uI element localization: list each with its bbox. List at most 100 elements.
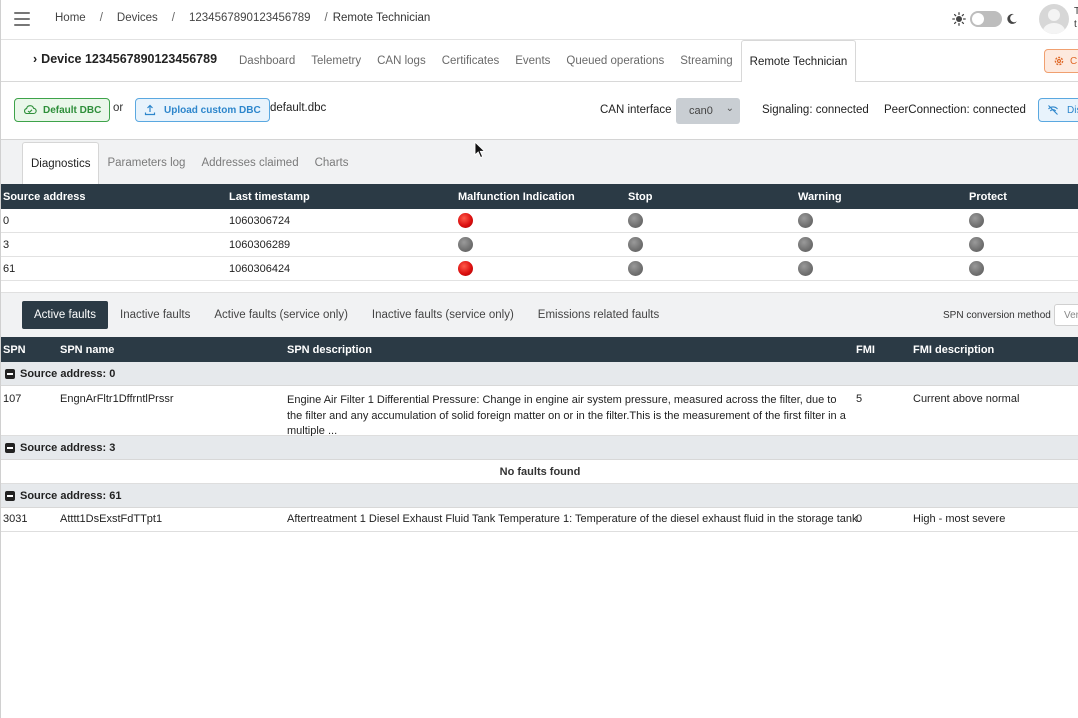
- tab-events[interactable]: Events: [507, 40, 558, 82]
- fault-tabs: Active faults Inactive faults Active fau…: [22, 301, 671, 329]
- disconnect-label: Dis: [1067, 104, 1078, 116]
- faults-table-header: SPN SPN name SPN description FMI FMI des…: [1, 337, 1078, 362]
- tab-inactive-faults[interactable]: Inactive faults: [108, 301, 202, 329]
- fault-fmi: 5: [856, 393, 863, 405]
- tab-active-faults[interactable]: Active faults: [22, 301, 108, 329]
- dbc-toolbar: Default DBC or Upload custom DBC default…: [1, 82, 1078, 140]
- header-fmi[interactable]: FMI: [856, 337, 875, 362]
- tab-can-logs[interactable]: CAN logs: [369, 40, 434, 82]
- tab-diagnostics[interactable]: Diagnostics: [22, 142, 100, 184]
- header-protect[interactable]: Protect: [969, 184, 1007, 209]
- tab-emissions-faults[interactable]: Emissions related faults: [526, 301, 671, 329]
- theme-switch: [952, 11, 1018, 27]
- default-dbc-button[interactable]: Default DBC: [14, 98, 111, 122]
- device-title-text: Device 1234567890123456789: [41, 52, 218, 66]
- tab-queued-operations[interactable]: Queued operations: [558, 40, 672, 82]
- table-row[interactable]: 107 EngnArFltr1DffrntlPrssr Engine Air F…: [1, 386, 1078, 437]
- breadcrumb-device[interactable]: 1234567890123456789: [189, 12, 311, 24]
- tab-telemetry[interactable]: Telemetry: [303, 40, 369, 82]
- warning-lamp-cell: [798, 257, 813, 280]
- breadcrumb-separator: /: [171, 12, 175, 24]
- source-group-label: Source address: 3: [20, 442, 116, 454]
- malfunction-lamp-cell: [458, 257, 473, 280]
- stop-lamp-icon: [628, 261, 643, 276]
- tab-parameters-log[interactable]: Parameters log: [99, 142, 193, 184]
- protect-lamp-icon: [969, 261, 984, 276]
- disconnect-button[interactable]: Dis: [1038, 98, 1078, 122]
- tab-active-faults-service[interactable]: Active faults (service only): [202, 301, 360, 329]
- top-bar: Home / Devices / 1234567890123456789 / R…: [1, 0, 1078, 40]
- stop-lamp-icon: [628, 237, 643, 252]
- malfunction-lamp-icon: [458, 237, 473, 252]
- header-malfunction-indication[interactable]: Malfunction Indication: [458, 184, 575, 209]
- lamp-row[interactable]: 0 1060306724: [1, 209, 1078, 233]
- table-row[interactable]: 3031 Atttt1DsExstFdTTpt1 Aftertreatment …: [1, 508, 1078, 532]
- device-title[interactable]: › Device 1234567890123456789: [33, 52, 217, 66]
- breadcrumb-home[interactable]: Home: [55, 12, 86, 24]
- tab-remote-technician[interactable]: Remote Technician: [740, 40, 857, 83]
- collapse-icon: [5, 491, 15, 501]
- lamp-status-table: Source address Last timestamp Malfunctio…: [1, 184, 1078, 281]
- breadcrumb-current: Remote Technician: [332, 12, 431, 24]
- breadcrumb-devices[interactable]: Devices: [117, 12, 158, 24]
- upload-icon: [144, 104, 156, 116]
- gear-icon: [1054, 56, 1064, 66]
- tab-inactive-faults-service[interactable]: Inactive faults (service only): [360, 301, 526, 329]
- fault-spn-name: Atttt1DsExstFdTTpt1: [60, 513, 163, 525]
- source-group-61[interactable]: Source address: 61: [1, 484, 1078, 508]
- remote-technician-subtabs: Diagnostics Parameters log Addresses cla…: [1, 140, 1078, 184]
- peer-connection-status: PeerConnection: connected: [884, 104, 1026, 116]
- device-action-button[interactable]: C: [1044, 49, 1078, 73]
- lamp-source-address: 61: [3, 262, 16, 275]
- source-group-3[interactable]: Source address: 3: [1, 436, 1078, 460]
- header-warning[interactable]: Warning: [798, 184, 842, 209]
- malfunction-lamp-icon: [458, 261, 473, 276]
- warning-lamp-icon: [798, 237, 813, 252]
- breadcrumb-separator: /: [324, 12, 328, 24]
- warning-lamp-icon: [798, 213, 813, 228]
- header-last-timestamp[interactable]: Last timestamp: [229, 184, 310, 209]
- tab-streaming[interactable]: Streaming: [672, 40, 740, 82]
- or-text: or: [113, 102, 124, 114]
- fault-filter-bar: Active faults Inactive faults Active fau…: [1, 292, 1078, 337]
- lamp-row[interactable]: 3 1060306289: [1, 233, 1078, 257]
- tab-certificates[interactable]: Certificates: [434, 40, 508, 82]
- source-group-0[interactable]: Source address: 0: [1, 362, 1078, 386]
- tab-charts[interactable]: Charts: [307, 142, 357, 184]
- lamp-last-timestamp: 1060306724: [229, 214, 291, 227]
- lamp-row[interactable]: 61 1060306424: [1, 257, 1078, 281]
- spn-conversion-select[interactable]: Vers: [1054, 304, 1078, 326]
- lamp-last-timestamp: 1060306424: [229, 262, 291, 275]
- menu-icon[interactable]: [14, 12, 30, 26]
- device-tab-bar: › Device 1234567890123456789 Dashboard Te…: [1, 40, 1078, 83]
- warning-lamp-icon: [798, 261, 813, 276]
- header-fmi-description[interactable]: FMI description: [913, 337, 994, 362]
- header-source-address[interactable]: Source address: [3, 184, 86, 209]
- protect-lamp-cell: [969, 209, 984, 232]
- stop-lamp-cell: [628, 257, 643, 280]
- header-spn-name[interactable]: SPN name: [60, 337, 114, 362]
- header-spn-description[interactable]: SPN description: [287, 337, 372, 362]
- stop-lamp-cell: [628, 233, 643, 256]
- can-interface-label: CAN interface: [600, 104, 672, 116]
- header-spn[interactable]: SPN: [3, 337, 26, 362]
- theme-toggle[interactable]: [970, 11, 1002, 27]
- protect-lamp-icon: [969, 213, 984, 228]
- protect-lamp-cell: [969, 233, 984, 256]
- malfunction-lamp-icon: [458, 213, 473, 228]
- stop-lamp-icon: [628, 213, 643, 228]
- chevron-right-icon: ›: [33, 52, 38, 66]
- user-avatar[interactable]: [1039, 4, 1069, 34]
- tab-dashboard[interactable]: Dashboard: [231, 40, 303, 82]
- header-stop[interactable]: Stop: [628, 184, 652, 209]
- can-interface-select[interactable]: can0 ⌄: [676, 98, 740, 124]
- warning-lamp-cell: [798, 233, 813, 256]
- malfunction-lamp-cell: [458, 209, 473, 232]
- stop-lamp-cell: [628, 209, 643, 232]
- upload-dbc-button[interactable]: Upload custom DBC: [135, 98, 270, 122]
- tab-addresses-claimed[interactable]: Addresses claimed: [193, 142, 306, 184]
- fault-spn-description: Aftertreatment 1 Diesel Exhaust Fluid Ta…: [287, 513, 861, 525]
- cloud-check-icon: [24, 105, 37, 115]
- mouse-cursor-icon: [474, 141, 486, 159]
- fault-spn-name: EngnArFltr1DffrntlPrssr: [60, 393, 174, 405]
